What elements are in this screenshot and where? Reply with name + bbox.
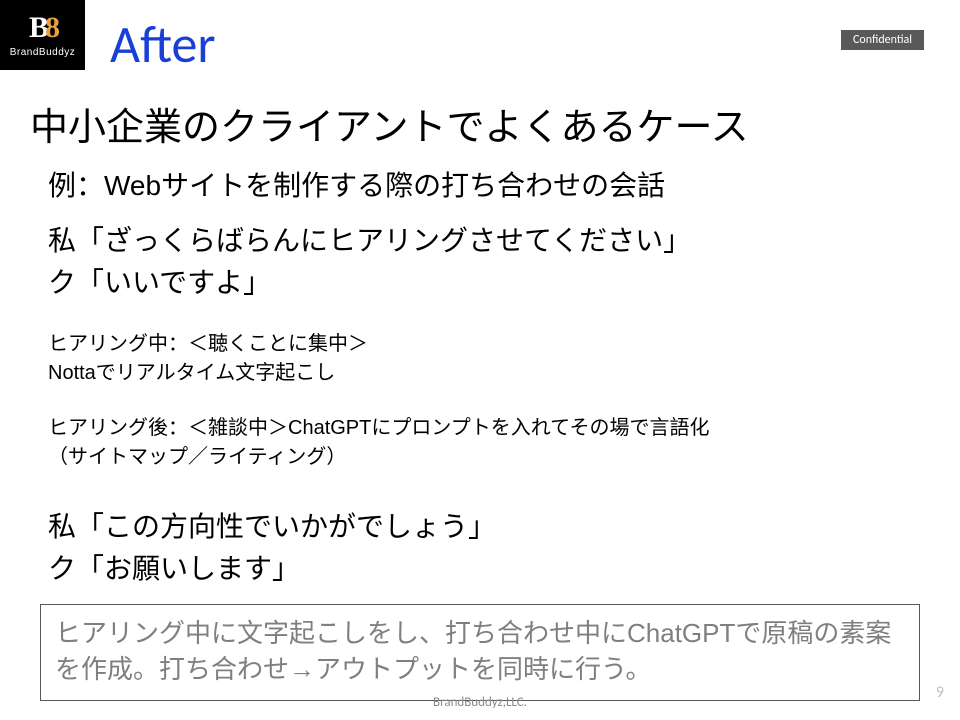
after-line: ヒアリング後：＜雑談中＞ChatGPTにプロンプトを入れてその場で言語化 [48,414,710,443]
dialog-line: ク「お願いします」 [48,548,496,590]
during-hearing-block: ヒアリング中：＜聴くことに集中＞ Nottaでリアルタイム文字起こし [48,330,368,388]
dialog-line: 私「この方向性でいかがでしょう」 [48,506,496,548]
slide-title: After [110,12,216,76]
dialog-line: 私「ざっくらばらんにヒアリングさせてください」 [48,220,691,262]
after-line: （サイトマップ／ライティング） [48,443,710,472]
brand-logo: B8 BrandBuddyz [0,0,85,70]
after-hearing-block: ヒアリング後：＜雑談中＞ChatGPTにプロンプトを入れてその場で言語化 （サイ… [48,414,710,472]
example-subheading: 例：Webサイトを制作する際の打ち合わせの会話 [48,164,665,204]
summary-box: ヒアリング中に文字起こしをし、打ち合わせ中にChatGPTで原稿の素案を作成。打… [40,604,920,701]
page-number: 9 [936,683,944,702]
dialog-block-2: 私「この方向性でいかがでしょう」 ク「お願いします」 [48,506,496,590]
during-line: Nottaでリアルタイム文字起こし [48,359,368,388]
logo-mark: B8 [29,13,56,43]
footer-company: BrandBuddyz,LLC. [0,695,960,710]
dialog-block-1: 私「ざっくらばらんにヒアリングさせてください」 ク「いいですよ」 [48,220,691,304]
dialog-line: ク「いいですよ」 [48,262,691,304]
confidential-badge: Confidential [841,30,924,50]
main-heading: 中小企業のクライアントでよくあるケース [30,96,749,151]
logo-text: BrandBuddyz [10,47,76,58]
during-line: ヒアリング中：＜聴くことに集中＞ [48,330,368,359]
